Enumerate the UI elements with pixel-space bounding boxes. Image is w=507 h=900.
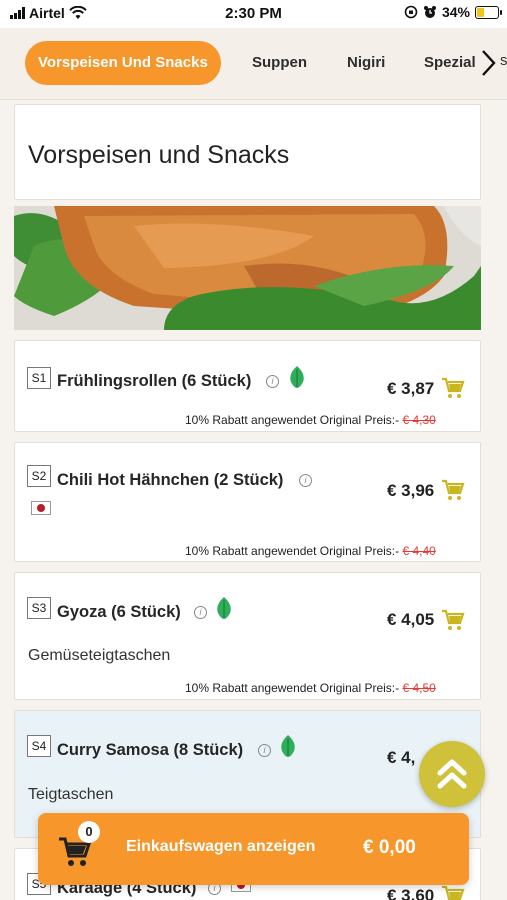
japan-flag-icon [31, 501, 51, 515]
menu-item-s2[interactable]: S2 Chili Hot Hähnchen (2 Stück) i € 3,96… [14, 442, 481, 562]
menu-item-s1[interactable]: S1 Frühlingsrollen (6 Stück) i € 3,87 10… [14, 340, 481, 432]
discount-text: 10% Rabatt angewendet Original Preis:- [185, 413, 400, 427]
discount-note: 10% Rabatt angewendet Original Preis:- €… [185, 413, 436, 427]
cart-total: € 0,00 [363, 837, 416, 858]
tab-spezial[interactable]: Spezial [424, 41, 476, 85]
item-code: S2 [27, 465, 51, 487]
item-name: Gyoza (6 Stück) [57, 603, 181, 621]
battery-percent: 34% [441, 4, 470, 20]
category-nav: Vorspeisen Und Snacks Suppen Nigiri Spez… [0, 28, 507, 100]
tab-nigiri[interactable]: Nigiri [347, 41, 385, 85]
info-icon[interactable]: i [258, 744, 271, 757]
info-icon[interactable]: i [299, 474, 312, 487]
section-title: Vorspeisen und Snacks [28, 141, 290, 169]
item-name: Chili Hot Hähnchen (2 Stück) [57, 471, 284, 489]
original-price: € 4,40 [402, 544, 436, 558]
category-image [14, 206, 481, 330]
item-price: € 3,60 [387, 886, 435, 900]
vegetarian-leaf-icon [217, 597, 231, 619]
view-cart-button[interactable]: 0 Einkaufswagen anzeigen € 0,00 [38, 813, 469, 885]
item-name: Frühlingsrollen (6 Stück) [57, 372, 252, 390]
battery-icon [475, 5, 502, 19]
menu-item-s3[interactable]: S3 Gyoza (6 Stück) i € 4,05 Gemüseteigta… [14, 572, 481, 700]
section-header-card: Vorspeisen und Snacks [14, 104, 481, 200]
battery-level [477, 7, 484, 17]
discount-note: 10% Rabatt angewendet Original Preis:- €… [185, 681, 436, 695]
alarm-icon [423, 6, 436, 18]
item-price: € 3,96 [387, 481, 435, 500]
item-code: S4 [27, 735, 51, 757]
add-to-cart-icon[interactable] [441, 478, 465, 502]
discount-text: 10% Rabatt angewendet Original Preis:- [185, 681, 400, 695]
tab-partial[interactable]: s [500, 52, 507, 69]
discount-note: 10% Rabatt angewendet Original Preis:- €… [185, 544, 436, 558]
item-code: S1 [27, 367, 51, 389]
cart-label: Einkaufswagen anzeigen [126, 838, 316, 855]
tab-suppen[interactable]: Suppen [252, 41, 307, 85]
item-price: € 3,87 [387, 379, 435, 398]
original-price: € 4,30 [402, 413, 436, 427]
add-to-cart-icon[interactable] [441, 376, 465, 400]
scroll-right-button[interactable]: s [477, 48, 507, 78]
double-chevron-up-icon [437, 759, 467, 789]
item-name: Curry Samosa (8 Stück) [57, 741, 244, 759]
vegetarian-leaf-icon [281, 735, 295, 757]
orientation-lock-icon [404, 5, 418, 19]
info-icon[interactable]: i [266, 375, 279, 388]
vegetarian-leaf-icon [290, 366, 304, 388]
item-description: Gemüseteigtaschen [28, 647, 171, 664]
scroll-to-top-button[interactable] [419, 741, 485, 807]
info-icon[interactable]: i [194, 606, 207, 619]
item-price: € 4, [387, 748, 416, 767]
status-right: 34% [404, 4, 502, 20]
status-bar: Airtel 2:30 PM 34% [0, 0, 507, 28]
food-photo [14, 206, 481, 330]
discount-text: 10% Rabatt angewendet Original Preis:- [185, 544, 400, 558]
item-description: Teigtaschen [28, 786, 114, 803]
cart-count-badge: 0 [78, 821, 100, 843]
add-to-cart-icon[interactable] [441, 884, 465, 900]
tab-vorspeisen-und-snacks[interactable]: Vorspeisen Und Snacks [25, 41, 221, 85]
item-price: € 4,05 [387, 610, 435, 629]
item-code: S3 [27, 597, 51, 619]
original-price: € 4,50 [402, 681, 436, 695]
add-to-cart-icon[interactable] [441, 608, 465, 632]
